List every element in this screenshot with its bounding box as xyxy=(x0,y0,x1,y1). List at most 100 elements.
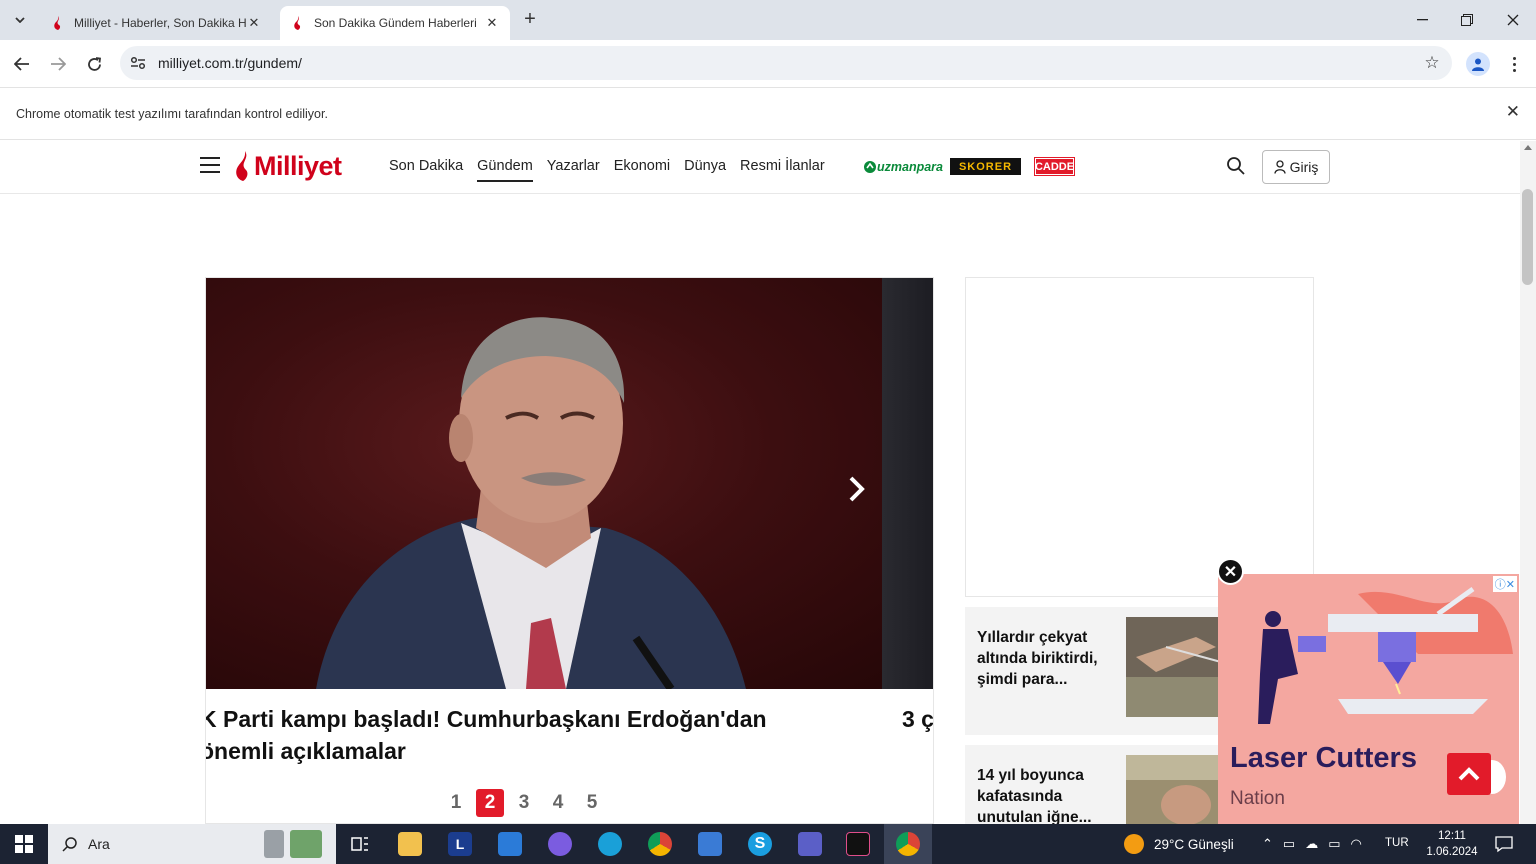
page-scrollbar[interactable] xyxy=(1520,141,1536,824)
next-slide-image-peek xyxy=(882,278,933,689)
browser-tab-gundem[interactable]: Son Dakika Gündem Haberleri ✕ xyxy=(280,6,510,40)
notification-icon[interactable] xyxy=(1494,834,1514,854)
teams-icon[interactable] xyxy=(798,832,822,856)
scroll-up-arrow-icon[interactable] xyxy=(1524,145,1532,150)
next-slide-headline[interactable]: 3 ç Se xyxy=(902,703,933,735)
page-4[interactable]: 4 xyxy=(544,789,572,817)
browser-tab-strip: Milliyet - Haberler, Son Dakika Haberler… xyxy=(0,0,1536,40)
mail-icon[interactable] xyxy=(498,832,522,856)
ad-title[interactable]: Laser Cutters xyxy=(1230,742,1417,775)
wifi-icon: ◠ xyxy=(1350,836,1362,851)
site-settings-icon[interactable] xyxy=(120,56,156,70)
system-tray-icons[interactable]: ⌃ ▭ ☁ ▭ ◠ xyxy=(1262,836,1362,852)
forward-button[interactable] xyxy=(45,51,71,77)
edge-icon[interactable] xyxy=(598,832,622,856)
close-ad-icon[interactable]: ✕ xyxy=(1217,558,1244,585)
slide-image[interactable] xyxy=(206,278,933,689)
scrollbar-thumb[interactable] xyxy=(1522,189,1533,285)
language-indicator[interactable]: TUR xyxy=(1385,837,1409,849)
battery-icon: ▭ xyxy=(1328,836,1341,851)
tab-search-dropdown[interactable] xyxy=(8,8,32,32)
nav-ekonomi[interactable]: Ekonomi xyxy=(614,158,670,182)
clock[interactable]: 12:11 1.06.2024 xyxy=(1424,828,1480,860)
search-icon[interactable] xyxy=(1226,156,1248,178)
cadde-link[interactable]: CADDE xyxy=(1034,157,1075,176)
file-explorer-icon[interactable] xyxy=(398,832,422,856)
luggage-icon xyxy=(264,830,284,858)
restore-button[interactable] xyxy=(1444,6,1490,34)
nav-yazarlar[interactable]: Yazarlar xyxy=(547,158,600,182)
page-2-current[interactable]: 2 xyxy=(476,789,504,817)
milliyet-favicon xyxy=(50,15,66,31)
milliyet-logo[interactable]: Milliyet xyxy=(234,149,342,183)
intellij-icon[interactable] xyxy=(846,832,870,856)
url-text[interactable]: milliyet.com.tr/gundem/ xyxy=(156,55,1412,71)
card-title[interactable]: Yıllardır çekyat altında biriktirdi, şim… xyxy=(977,627,1117,690)
date: 1.06.2024 xyxy=(1426,846,1478,858)
person-icon xyxy=(1472,58,1484,71)
scroll-to-top-button[interactable] xyxy=(1447,753,1491,795)
nav-resmi-ilanlar[interactable]: Resmi İlanlar xyxy=(740,158,825,182)
search-icon xyxy=(62,837,77,852)
main-nav: Son Dakika Gündem Yazarlar Ekonomi Dünya… xyxy=(389,158,825,182)
weather-widget[interactable]: 29°C Güneşli xyxy=(1124,824,1234,864)
close-window-button[interactable] xyxy=(1490,6,1536,34)
back-button[interactable] xyxy=(9,51,35,77)
login-button[interactable]: Giriş xyxy=(1262,150,1330,184)
logo-text: Milliyet xyxy=(254,150,342,181)
close-tab-icon[interactable]: ✕ xyxy=(484,15,500,31)
nav-dunya[interactable]: Dünya xyxy=(684,158,726,182)
address-bar[interactable]: milliyet.com.tr/gundem/ ☆ xyxy=(120,46,1452,80)
browser-toolbar: milliyet.com.tr/gundem/ ☆ xyxy=(0,40,1536,86)
next-slide-arrow-icon[interactable] xyxy=(846,474,868,504)
profile-avatar[interactable] xyxy=(1466,52,1490,76)
minimize-button[interactable] xyxy=(1399,6,1445,34)
task-view-icon[interactable] xyxy=(348,832,372,856)
l-app-icon[interactable]: L xyxy=(448,832,472,856)
browser-menu-button[interactable] xyxy=(1504,54,1524,74)
arrow-right-icon xyxy=(51,57,66,71)
sidebar-news-card[interactable]: Yıllardır çekyat altında biriktirdi, şim… xyxy=(965,607,1225,735)
news-photo-portrait xyxy=(316,317,746,689)
chevron-up-icon: ⌃ xyxy=(1262,836,1273,851)
ad-subtitle[interactable]: Nation xyxy=(1230,788,1285,810)
card-title[interactable]: 14 yıl boyunca kafatasında unutulan iğne… xyxy=(977,765,1117,828)
ad-illustration xyxy=(1258,586,1513,724)
taskbar-search-box[interactable]: Ara xyxy=(48,824,336,864)
automation-infobar: Chrome otomatik test yazılımı tarafından… xyxy=(0,87,1536,140)
copilot-icon[interactable] xyxy=(548,832,572,856)
browser-tab-milliyet-home[interactable]: Milliyet - Haberler, Son Dakika Haberler… xyxy=(40,6,272,40)
new-tab-button[interactable]: + xyxy=(518,8,542,32)
slider-pagination: 1 2 3 4 5 xyxy=(442,789,606,817)
store-icon[interactable] xyxy=(698,832,722,856)
skype-icon[interactable]: S xyxy=(748,832,772,856)
page-1[interactable]: 1 xyxy=(442,789,470,817)
slide-headline[interactable]: K Parti kampı başladı! Cumhurbaşkanı Erd… xyxy=(206,703,840,767)
reload-button[interactable] xyxy=(81,51,107,77)
card-thumbnail[interactable] xyxy=(1126,755,1225,825)
milliyet-favicon xyxy=(290,15,306,31)
windows-start-icon[interactable] xyxy=(0,824,48,864)
page-3[interactable]: 3 xyxy=(510,789,538,817)
bookmark-star-icon[interactable]: ☆ xyxy=(1412,53,1452,73)
hamburger-menu-icon[interactable] xyxy=(200,157,220,173)
tab-title: Milliyet - Haberler, Son Dakika Haberler… xyxy=(74,16,246,30)
chrome-icon[interactable] xyxy=(648,832,672,856)
adchoices-icon[interactable]: ⓘ✕ xyxy=(1492,576,1517,592)
close-tab-icon[interactable]: ✕ xyxy=(246,15,262,31)
nav-gundem[interactable]: Gündem xyxy=(477,158,533,182)
infobar-close-icon[interactable]: ✕ xyxy=(1506,102,1520,122)
nav-son-dakika[interactable]: Son Dakika xyxy=(389,158,463,182)
page-5[interactable]: 5 xyxy=(578,789,606,817)
sidebar-news-card[interactable]: 14 yıl boyunca kafatasında unutulan iğne… xyxy=(965,745,1225,826)
tab-title: Son Dakika Gündem Haberleri xyxy=(314,16,477,30)
uzmanpara-link[interactable]: uzmanpara xyxy=(860,158,946,175)
windows-taskbar: Ara L S 29°C Güneşli ⌃ ▭ ☁ ▭ ◠ TUR 12:11… xyxy=(0,824,1536,864)
card-thumbnail[interactable] xyxy=(1126,617,1225,717)
infobar-message: Chrome otomatik test yazılımı tarafından… xyxy=(16,107,328,121)
skorer-link[interactable]: SKORER xyxy=(950,158,1021,175)
sun-icon xyxy=(1124,834,1144,854)
map-icon xyxy=(290,830,322,858)
active-chrome-taskbar-button[interactable] xyxy=(884,824,932,864)
ad-placeholder xyxy=(965,277,1314,597)
